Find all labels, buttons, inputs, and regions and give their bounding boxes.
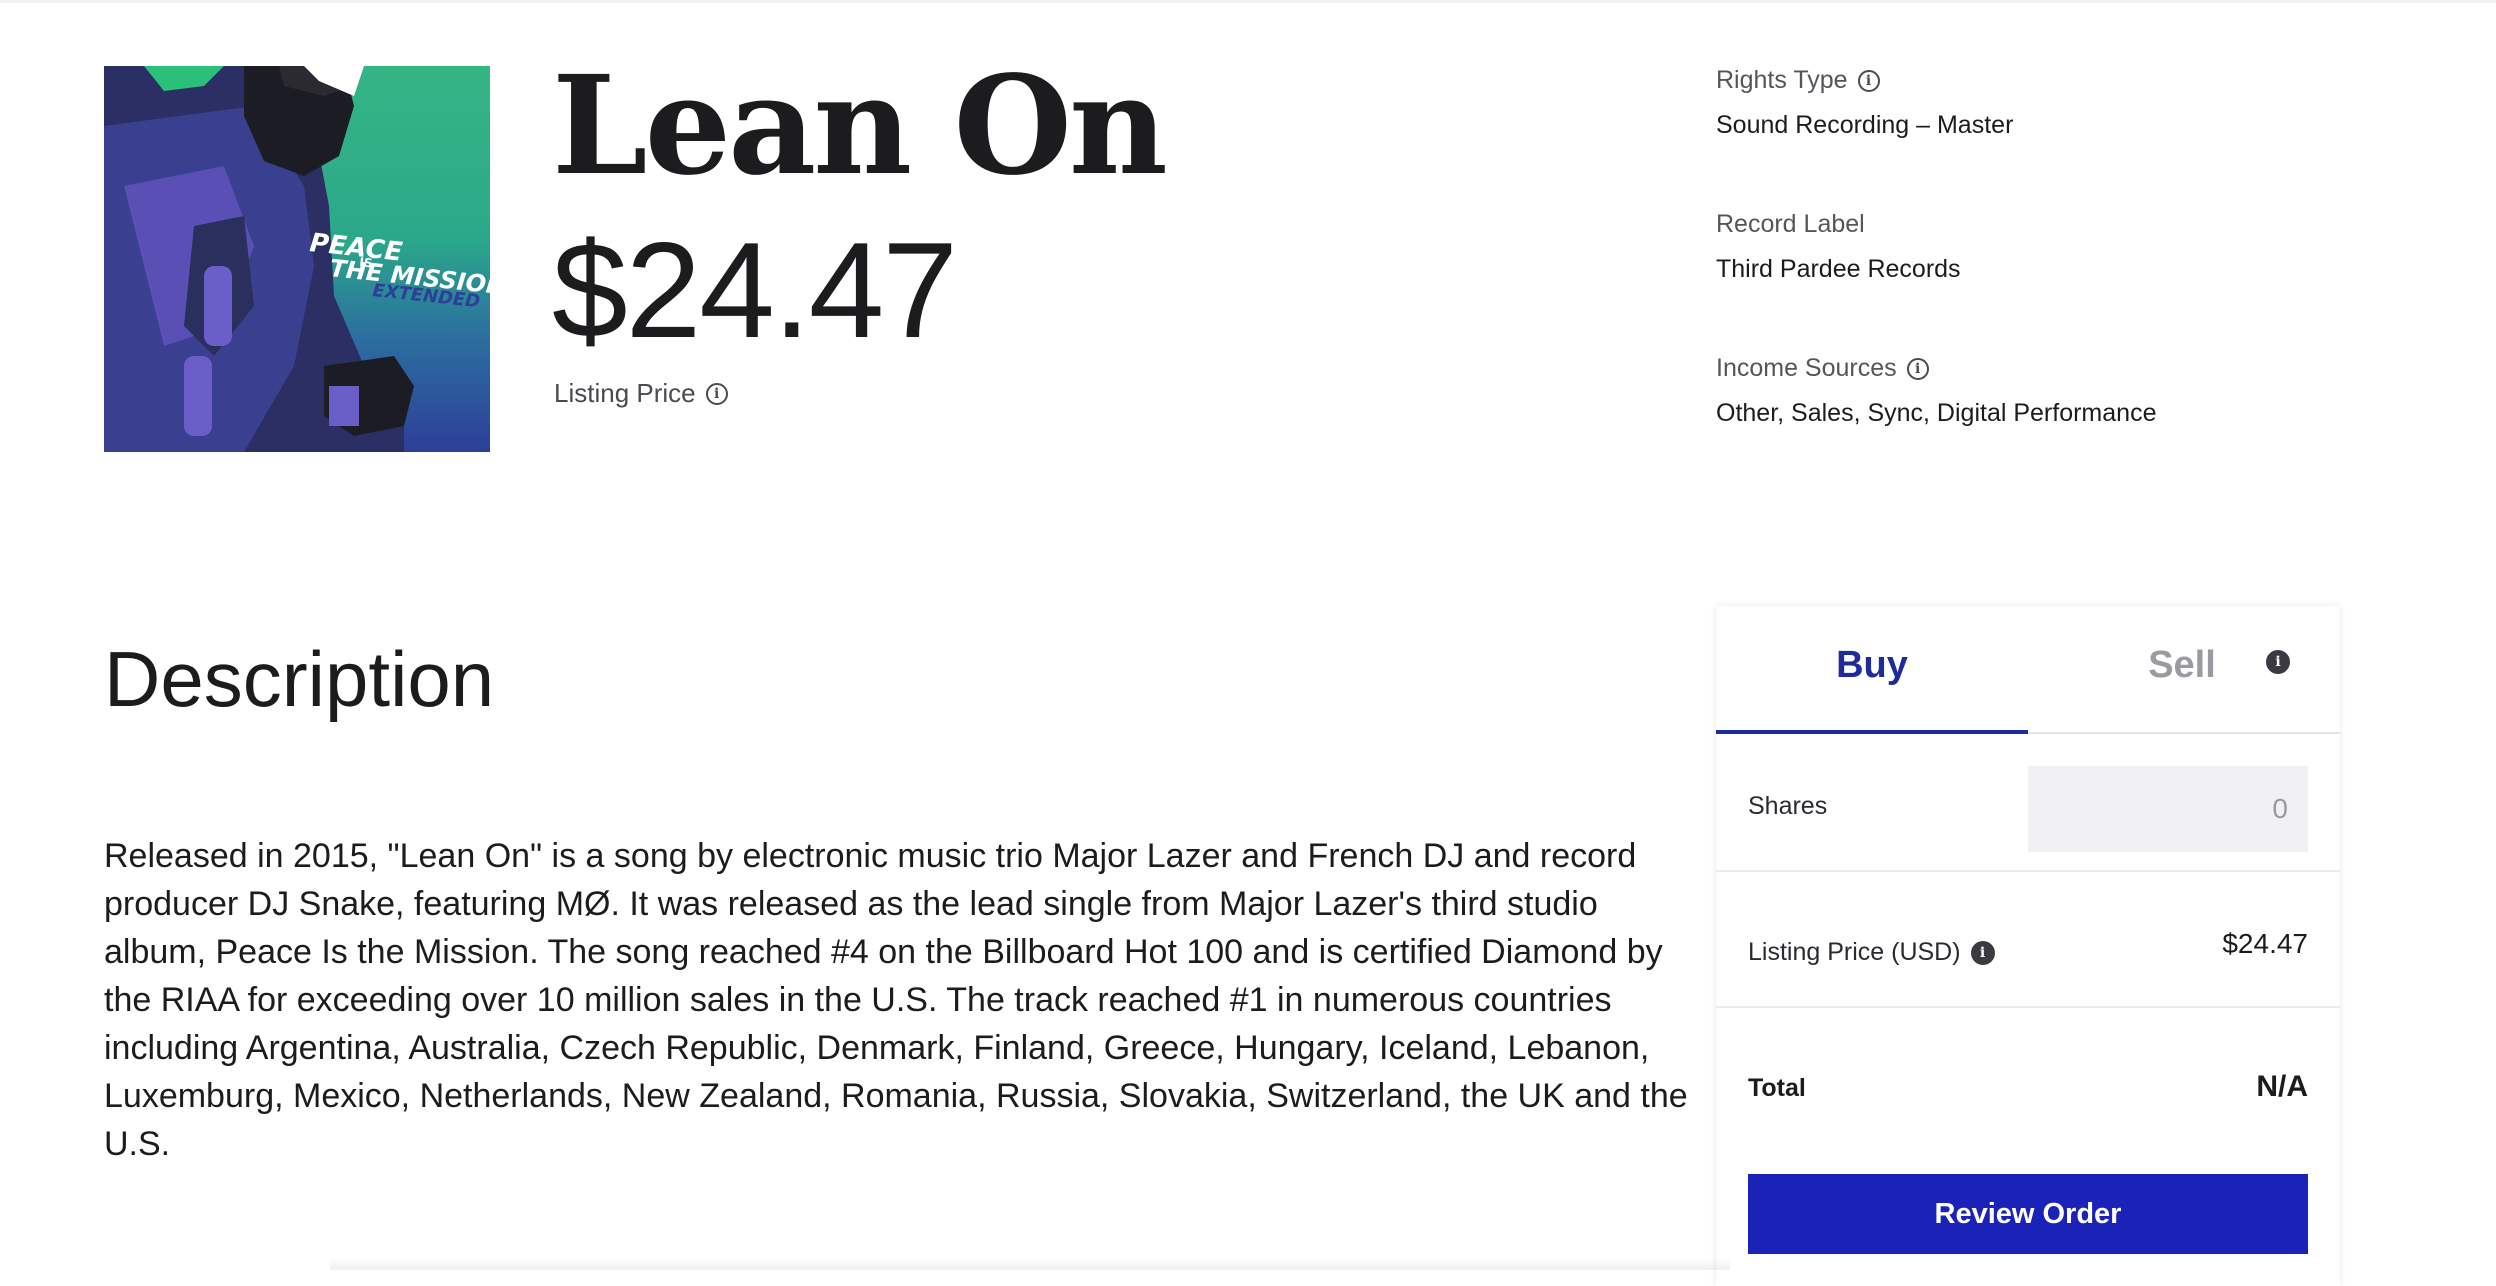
tab-buy[interactable]: Buy <box>1716 644 2028 687</box>
info-icon[interactable]: i <box>1906 357 1929 380</box>
total-row: Total <box>1748 1074 1806 1103</box>
shares-row: Shares <box>1748 792 1827 821</box>
total-value: N/A <box>2256 1070 2308 1103</box>
album-cover: PEACE IS THE MISSION EXTENDED <box>104 66 490 452</box>
rights-type-label: Rights Type <box>1716 66 1848 94</box>
rights-type-section: Rights Type i Sound Recording – Master <box>1716 66 2013 140</box>
divider <box>1716 870 2340 872</box>
rights-type-value: Sound Recording – Master <box>1716 111 2014 139</box>
record-label-section: Record Label Third Pardee Records <box>1716 210 1961 284</box>
total-label: Total <box>1748 1074 1806 1102</box>
active-tab-indicator <box>1716 730 2028 734</box>
info-icon[interactable]: i <box>2266 650 2290 674</box>
listing-price-row: Listing Price (USD) i <box>1748 938 1995 967</box>
info-icon[interactable]: i <box>1970 940 1995 965</box>
order-panel: Buy Sell i Shares Listing Price (USD) i … <box>1716 606 2340 1286</box>
info-icon[interactable]: i <box>1857 69 1880 92</box>
income-sources-section: Income Sources i Other, Sales, Sync, Dig… <box>1716 354 2156 428</box>
listing-price-caption: Listing Price i <box>554 378 728 409</box>
listing-price-value: $24.47 <box>552 214 958 366</box>
order-tabs: Buy Sell i <box>1716 606 2340 734</box>
description-body: Released in 2015, "Lean On" is a song by… <box>104 837 1688 1163</box>
shares-input[interactable] <box>2028 766 2308 852</box>
tab-sell[interactable]: Sell <box>2026 644 2338 687</box>
record-label-value: Third Pardee Records <box>1716 255 1961 283</box>
track-title: Lean On <box>552 46 1168 206</box>
top-divider <box>0 0 2496 3</box>
record-label-label: Record Label <box>1716 210 1865 238</box>
listing-price-usd-label: Listing Price (USD) <box>1748 938 1961 966</box>
bottom-shadow <box>330 1258 1730 1270</box>
listing-price-label: Listing Price <box>554 378 696 408</box>
divider <box>1716 1006 2340 1008</box>
description-heading: Description <box>104 635 495 723</box>
listing-price-usd-value: $24.47 <box>2222 928 2308 959</box>
info-icon[interactable]: i <box>705 382 728 405</box>
income-sources-value: Other, Sales, Sync, Digital Performance <box>1716 399 2157 427</box>
income-sources-label: Income Sources <box>1716 354 1897 382</box>
review-order-button[interactable]: Review Order <box>1748 1174 2308 1254</box>
shares-label: Shares <box>1748 792 1828 820</box>
